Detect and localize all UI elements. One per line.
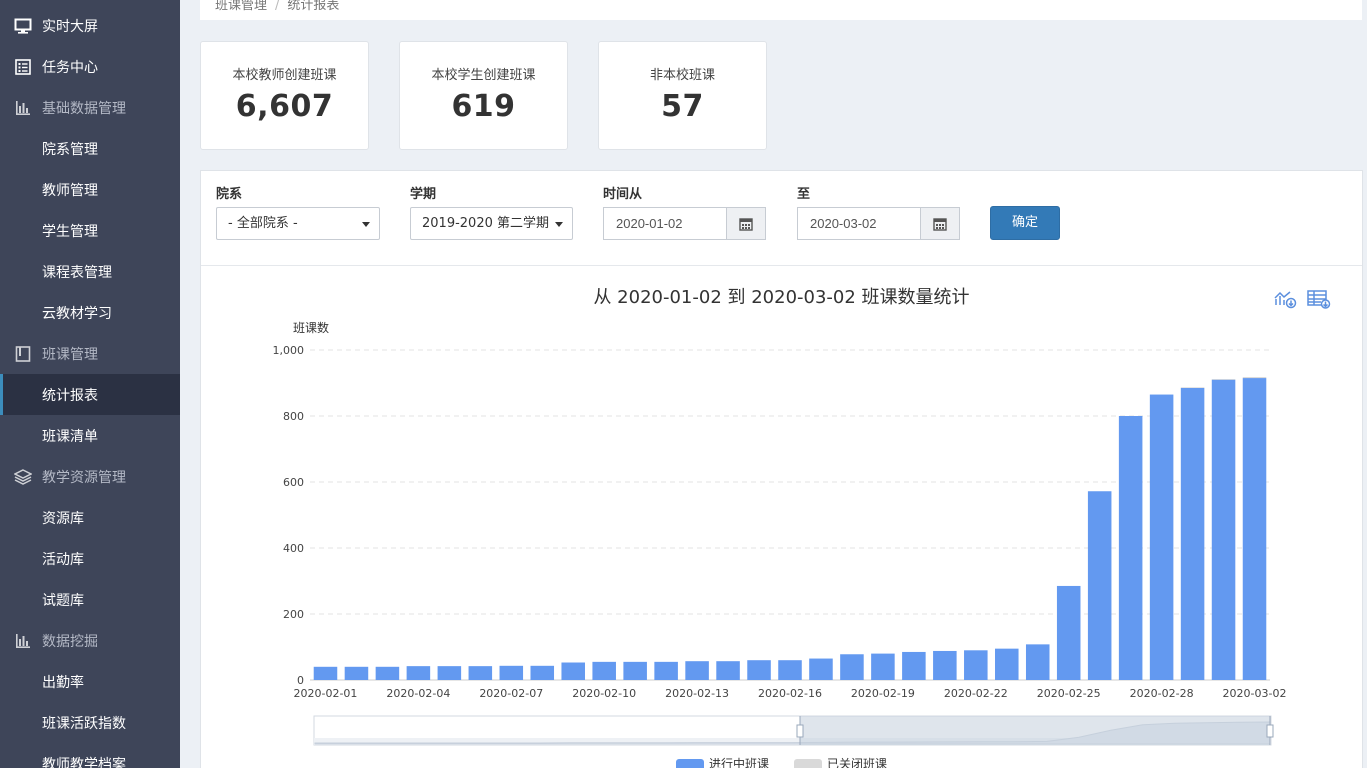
sidebar-item-label: 云教材学习 bbox=[42, 305, 112, 322]
sidebar-item[interactable]: 学生管理 bbox=[0, 210, 180, 251]
date-from-label: 时间从 bbox=[603, 187, 643, 202]
filter-row: 院系 - 全部院系 - 学期 2019-2020 第二学期 时间从 至 确定 bbox=[201, 171, 1362, 266]
breadcrumb-current: 统计报表 bbox=[287, 0, 340, 13]
sidebar-item[interactable]: 试题库 bbox=[0, 579, 180, 620]
report-panel: 院系 - 全部院系 - 学期 2019-2020 第二学期 时间从 至 确定 从… bbox=[200, 170, 1363, 768]
sidebar-item[interactable]: 统计报表 bbox=[0, 374, 180, 415]
sidebar-item[interactable]: 出勤率 bbox=[0, 661, 180, 702]
sidebar-item[interactable]: 教师管理 bbox=[0, 169, 180, 210]
stat-card-student-created: 本校学生创建班课 619 bbox=[399, 41, 568, 150]
sidebar-item[interactable]: 基础数据管理 bbox=[0, 87, 180, 128]
sidebar-item[interactable]: 课程表管理 bbox=[0, 251, 180, 292]
sidebar-item[interactable]: 实时大屏 bbox=[0, 5, 180, 46]
term-select-value: 2019-2020 第二学期 bbox=[422, 216, 549, 231]
sidebar-item-label: 班课活跃指数 bbox=[42, 715, 126, 732]
department-label: 院系 bbox=[216, 187, 243, 202]
date-to-label: 至 bbox=[797, 187, 811, 202]
stat-title: 本校学生创建班课 bbox=[431, 68, 536, 83]
sidebar-item-label: 统计报表 bbox=[42, 387, 98, 404]
calendar-icon[interactable] bbox=[726, 207, 766, 240]
sidebar-item[interactable]: 班课活跃指数 bbox=[0, 702, 180, 743]
sidebar: 实时大屏任务中心基础数据管理 院系管理教师管理学生管理课程表管理云教材学习班课管理… bbox=[0, 0, 180, 768]
breadcrumb-bar: 班课管理 / 统计报表 bbox=[200, 0, 1362, 20]
sidebar-item-label: 资源库 bbox=[42, 510, 84, 527]
sidebar-item[interactable]: 教师教学档案 bbox=[0, 743, 180, 768]
sidebar-item[interactable]: 院系管理 bbox=[0, 128, 180, 169]
sidebar-item-label: 教学资源管理 bbox=[42, 469, 126, 486]
term-select[interactable]: 2019-2020 第二学期 bbox=[410, 207, 573, 240]
stat-value: 619 bbox=[451, 89, 516, 124]
book-icon bbox=[14, 345, 32, 363]
date-from-input[interactable] bbox=[603, 207, 727, 240]
breadcrumb-separator: / bbox=[275, 0, 280, 13]
caret-down-icon bbox=[555, 222, 563, 227]
bar-chart-icon bbox=[14, 632, 32, 650]
data-view-table-icon[interactable] bbox=[1307, 289, 1331, 309]
department-select[interactable]: - 全部院系 - bbox=[216, 207, 380, 240]
confirm-button[interactable]: 确定 bbox=[990, 206, 1060, 240]
sidebar-item-label: 班课管理 bbox=[42, 346, 98, 363]
sidebar-item-label: 课程表管理 bbox=[42, 264, 112, 281]
calendar-icon[interactable] bbox=[920, 207, 960, 240]
layers-icon bbox=[14, 468, 32, 486]
sidebar-item-label: 出勤率 bbox=[42, 674, 84, 691]
sidebar-item[interactable]: 班课管理 bbox=[0, 333, 180, 374]
sidebar-item-label: 教师管理 bbox=[42, 182, 98, 199]
sidebar-item[interactable]: 教学资源管理 bbox=[0, 456, 180, 497]
sidebar-item-label: 班课清单 bbox=[42, 428, 98, 445]
switch-to-line-chart-icon[interactable] bbox=[1274, 289, 1298, 309]
stat-card-teacher-created: 本校教师创建班课 6,607 bbox=[200, 41, 369, 150]
sidebar-item-label: 试题库 bbox=[42, 592, 84, 609]
stat-value: 57 bbox=[661, 89, 704, 124]
stat-title: 非本校班课 bbox=[649, 68, 715, 83]
sidebar-item-label: 教师教学档案 bbox=[42, 756, 126, 768]
department-select-value: - 全部院系 - bbox=[228, 216, 298, 231]
sidebar-item-label: 实时大屏 bbox=[42, 18, 98, 35]
stat-card-external: 非本校班课 57 bbox=[598, 41, 767, 150]
chart-title: 从 2020-01-02 到 2020-03-02 班课数量统计 bbox=[593, 287, 970, 308]
sidebar-item[interactable]: 班课清单 bbox=[0, 415, 180, 456]
sidebar-item[interactable]: 任务中心 bbox=[0, 46, 180, 87]
caret-down-icon bbox=[362, 222, 370, 227]
stat-value: 6,607 bbox=[235, 89, 334, 124]
bar-chart-icon bbox=[14, 99, 32, 117]
sidebar-item[interactable]: 活动库 bbox=[0, 538, 180, 579]
sidebar-item-label: 任务中心 bbox=[42, 59, 98, 76]
sidebar-item[interactable]: 数据挖掘 bbox=[0, 620, 180, 661]
sidebar-item-label: 基础数据管理 bbox=[42, 100, 126, 117]
date-to-input[interactable] bbox=[797, 207, 921, 240]
breadcrumb: 班课管理 / 统计报表 bbox=[215, 0, 339, 13]
sidebar-item-label: 数据挖掘 bbox=[42, 633, 98, 650]
monitor-icon bbox=[14, 17, 32, 35]
sidebar-item[interactable]: 资源库 bbox=[0, 497, 180, 538]
sidebar-item-label: 学生管理 bbox=[42, 223, 98, 240]
breadcrumb-parent-link[interactable]: 班课管理 bbox=[215, 0, 267, 13]
stat-title: 本校教师创建班课 bbox=[232, 68, 337, 83]
sidebar-item[interactable]: 云教材学习 bbox=[0, 292, 180, 333]
term-label: 学期 bbox=[410, 187, 437, 202]
sidebar-item-label: 院系管理 bbox=[42, 141, 98, 158]
task-list-icon bbox=[14, 58, 32, 76]
sidebar-item-label: 活动库 bbox=[42, 551, 84, 568]
